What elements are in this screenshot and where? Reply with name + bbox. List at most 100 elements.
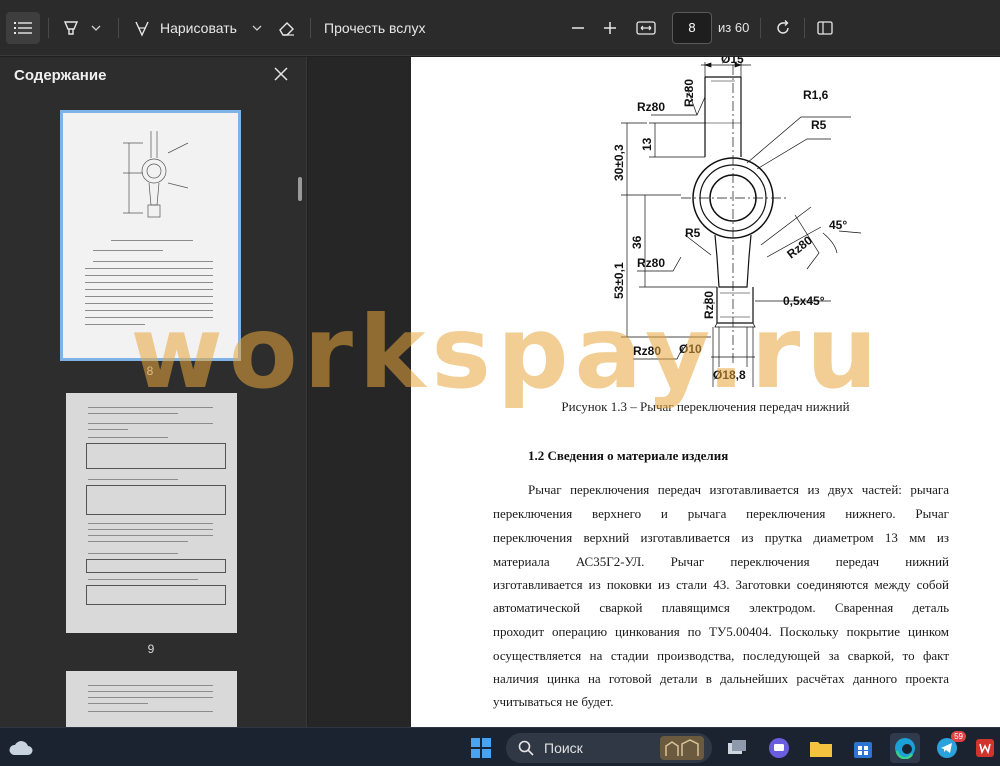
telegram-button[interactable]: 59 [932, 731, 966, 763]
weather-widget[interactable] [6, 733, 36, 763]
sidebar-scrollbar[interactable] [298, 177, 302, 201]
zoom-out-button[interactable] [566, 12, 590, 44]
thumbnail-line [88, 429, 128, 430]
paragraph-line: материала АС35Г2-УЛ. Рычаг переключения … [493, 554, 949, 569]
paragraph-line: автоматической сваркой плавящимся электр… [493, 600, 949, 615]
thumbnail-line [88, 553, 178, 554]
folder-icon [810, 742, 832, 757]
page-number-input[interactable]: 8 [672, 12, 712, 44]
separator [118, 18, 119, 38]
zoom-in-button[interactable] [598, 12, 622, 44]
draw-button[interactable] [130, 12, 154, 44]
thumbnail-line [85, 289, 213, 290]
thumbnail-line [111, 240, 193, 241]
roughness-rz80-top: Rz80 [637, 100, 665, 114]
fit-width-button[interactable] [632, 12, 660, 44]
thumbnail-line [93, 250, 163, 251]
rotate-icon [777, 20, 789, 34]
technical-drawing: Ø15 Rz80 Rz80 R1,6 R5 13 30±0,3 53±0,1 3… [612, 57, 862, 387]
dim-30: 30±0,3 [612, 144, 626, 181]
thumbnail-line [85, 268, 213, 269]
telegram-badge: 59 [951, 731, 966, 742]
thumbnail-line [88, 685, 213, 686]
office-app-icon [976, 739, 994, 757]
read-aloud-button[interactable]: Прочесть вслух [324, 12, 425, 44]
task-view-button[interactable] [722, 733, 752, 763]
eraser-icon [279, 22, 294, 36]
thumbnail-line [88, 407, 213, 408]
section-heading: 1.2 Сведения о материале изделия [528, 448, 729, 463]
paragraph-line: изготавливается из поковки из стали 43. … [493, 577, 949, 592]
dim-diameter-10: Ø10 [679, 342, 702, 356]
highlight-button[interactable] [58, 12, 84, 44]
task-view-icon [728, 740, 746, 754]
paragraph-line: проходит операцию цинкования по ТУ5.0040… [493, 624, 949, 639]
thumbnail-line [88, 529, 213, 530]
thumbnail-line [85, 275, 213, 276]
paragraph-line: учитываться не будет. [493, 694, 614, 709]
rotate-button[interactable] [770, 12, 796, 44]
thumbnail-line [88, 697, 213, 698]
page-total: из 60 [718, 20, 750, 35]
chevron-down-icon [91, 25, 101, 31]
contents-sidebar: Содержание 8 9 [0, 57, 307, 727]
draw-label[interactable]: Нарисовать [160, 12, 237, 44]
thumbnail-page-number: 8 [146, 364, 154, 378]
sidebar-title: Содержание [14, 67, 107, 84]
thumbnail-line [88, 423, 213, 424]
erase-button[interactable] [274, 12, 300, 44]
roughness-rz80-left: Rz80 [637, 256, 665, 270]
paragraph-line: переключения верхний изготавливается из … [493, 530, 949, 545]
office-app-button[interactable] [970, 733, 1000, 763]
radius-r5-top: R5 [811, 118, 827, 132]
thumbnail-line [85, 282, 213, 283]
separator [48, 18, 49, 38]
store-icon [854, 742, 872, 758]
file-explorer-button[interactable] [806, 733, 836, 763]
chevron-down-icon [252, 25, 262, 31]
separator [760, 18, 761, 38]
toc-button[interactable] [6, 12, 40, 44]
draw-icon [135, 21, 149, 37]
edge-icon [895, 738, 915, 759]
edge-browser-button[interactable] [890, 733, 920, 763]
chat-app-button[interactable] [764, 733, 794, 763]
angle-45: 45° [829, 218, 847, 232]
start-button[interactable] [466, 733, 496, 763]
highlighter-icon [63, 21, 79, 35]
thumbnail-line [88, 703, 148, 704]
thumbnail-line [88, 711, 213, 712]
thumbnail-line [88, 579, 198, 580]
paragraph-line: Рычаг переключения передач изготавливает… [528, 482, 949, 497]
thumbnail-line [93, 261, 213, 262]
thumbnail-table [86, 559, 226, 573]
chamfer-label: 0,5x45° [783, 294, 825, 308]
thumbnail-table [86, 443, 226, 469]
document-viewer: Ø15 Rz80 Rz80 R1,6 R5 13 30±0,3 53±0,1 3… [308, 57, 1000, 727]
close-icon [274, 67, 288, 81]
store-button[interactable] [848, 733, 878, 763]
thumbnail-line [88, 541, 188, 542]
close-sidebar-button[interactable] [270, 63, 292, 85]
thumbnail-page-number: 9 [147, 642, 155, 656]
chat-icon [769, 738, 789, 758]
thumbnail-page-8[interactable] [60, 110, 241, 361]
thumbnail-line [88, 479, 178, 480]
minus-icon [572, 27, 584, 29]
search-icon [518, 740, 534, 756]
thumbnail-drawing [123, 131, 189, 218]
dim-diameter-15: Ø15 [721, 57, 744, 66]
thumbnail-line [85, 317, 213, 318]
thumbnail-page-10[interactable] [66, 671, 237, 727]
highlight-dropdown[interactable] [86, 12, 106, 44]
radius-r16: R1,6 [803, 88, 829, 102]
thumbnail-line [88, 691, 213, 692]
draw-dropdown[interactable] [248, 12, 266, 44]
radius-r5-left: R5 [685, 226, 701, 240]
taskbar-search[interactable]: Поиск [506, 733, 712, 763]
thumbnail-page-9[interactable] [66, 393, 237, 633]
paragraph-line: осуществляется на стадии производства, п… [493, 648, 949, 663]
immersive-reader-button[interactable] [812, 12, 838, 44]
thumbnail-line [85, 296, 213, 297]
toolbar: Нарисовать Прочесть вслух 8 из 60 [0, 0, 1000, 56]
